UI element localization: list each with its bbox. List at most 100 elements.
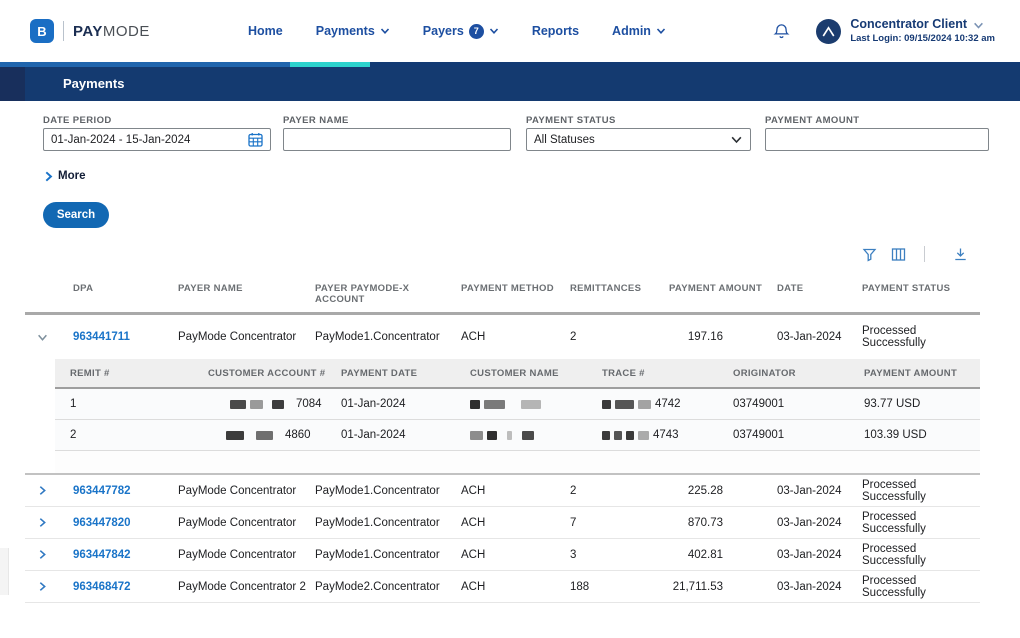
dpa-link[interactable]: 963447842	[73, 549, 131, 561]
account-cell: PayMode1.Concentrator	[315, 517, 461, 529]
status-cell: Processed Successfully	[862, 575, 980, 599]
dpa-link[interactable]: 963441711	[73, 331, 130, 343]
account-cell: PayMode1.Concentrator	[315, 549, 461, 561]
payment-status-value: All Statuses	[534, 134, 730, 146]
redacted-block	[638, 400, 651, 409]
nav-payments-label: Payments	[316, 24, 375, 38]
chevron-down-icon	[973, 20, 984, 31]
redacted-block	[484, 400, 505, 409]
date-cell: 03-Jan-2024	[777, 517, 862, 529]
chevron-right-icon	[37, 517, 48, 528]
row-expand-toggle[interactable]	[25, 485, 73, 496]
search-button[interactable]: Search	[43, 202, 109, 228]
calendar-icon[interactable]	[248, 132, 263, 147]
originator-cell: 03749001	[733, 429, 864, 441]
redacted-block	[602, 431, 610, 440]
row-expand-toggle[interactable]	[25, 581, 73, 592]
payer-name-cell: PayMode Concentrator	[178, 549, 315, 561]
nav-admin[interactable]: Admin	[612, 24, 666, 38]
brand-bold: PAY	[73, 23, 103, 40]
dpa-link[interactable]: 963447782	[73, 485, 131, 497]
payment-amount-field[interactable]	[765, 128, 989, 151]
nav-reports[interactable]: Reports	[532, 24, 579, 38]
left-edge-artifact	[0, 548, 9, 595]
customer-account-cell: 7084	[208, 398, 341, 410]
row-collapse-toggle[interactable]	[25, 332, 73, 343]
payments-table: DPA PAYER NAME PAYER PAYMODE-X ACCOUNT P…	[25, 283, 980, 603]
user-menu[interactable]: Concentrator Client Last Login: 09/15/20…	[850, 17, 995, 45]
date-cell: 03-Jan-2024	[777, 485, 862, 497]
redacted-block	[230, 400, 246, 409]
nav-payments[interactable]: Payments	[316, 24, 390, 38]
remittances-cell: 2	[570, 331, 669, 343]
dpa-link[interactable]: 963447820	[73, 517, 131, 529]
payment-date-cell: 01-Jan-2024	[341, 398, 470, 410]
download-icon[interactable]	[953, 247, 968, 262]
trace-cell: 4742	[602, 398, 733, 410]
payer-name-cell: PayMode Concentrator 2	[178, 581, 315, 593]
more-filters-toggle[interactable]: More	[43, 170, 85, 182]
col-payer: PAYER NAME	[178, 283, 315, 312]
page-title: Payments	[63, 67, 124, 101]
dcol-date: PAYMENT DATE	[341, 368, 470, 379]
payment-status-select[interactable]: All Statuses	[526, 128, 751, 151]
status-cell: Processed Successfully	[862, 325, 980, 349]
columns-icon[interactable]	[891, 247, 906, 262]
payment-date-cell: 01-Jan-2024	[341, 429, 470, 441]
paymode-logo[interactable]: B PAYMODE	[30, 0, 150, 62]
col-expander	[25, 283, 73, 312]
dpa-link[interactable]: 963468472	[73, 581, 131, 593]
col-status: PAYMENT STATUS	[862, 283, 980, 312]
remittances-cell: 3	[570, 549, 669, 561]
trace-last4: 4743	[653, 429, 679, 441]
nav-reports-label: Reports	[532, 24, 579, 38]
title-band: Payments	[0, 67, 1020, 101]
nav-payers[interactable]: Payers 7	[423, 24, 499, 39]
amount-cell: 225.28	[669, 485, 777, 497]
payer-name-input[interactable]	[291, 134, 503, 146]
payment-amount-input[interactable]	[773, 134, 981, 146]
date-period-input[interactable]	[51, 134, 248, 146]
method-cell: ACH	[461, 581, 570, 593]
dcol-trace: TRACE #	[602, 368, 733, 379]
chevron-right-icon	[37, 581, 48, 592]
chevron-right-icon	[43, 171, 54, 182]
detail-amount-cell: 93.77 USD	[864, 398, 980, 410]
payer-name-cell: PayMode Concentrator	[178, 331, 315, 343]
redacted-block	[256, 431, 273, 440]
detail-footer	[55, 451, 980, 473]
redacted-block	[602, 400, 611, 409]
remit-number: 2	[70, 429, 208, 441]
payers-count-badge: 7	[469, 24, 484, 39]
amount-cell: 197.16	[669, 331, 777, 343]
date-cell: 03-Jan-2024	[777, 331, 862, 343]
col-amount: PAYMENT AMOUNT	[669, 283, 777, 312]
redacted-block	[250, 400, 263, 409]
chevron-down-icon	[380, 26, 390, 36]
remittances-cell: 7	[570, 517, 669, 529]
filter-icon[interactable]	[862, 247, 877, 262]
redacted-block	[614, 431, 622, 440]
avatar[interactable]	[816, 19, 841, 44]
account-last4: 7084	[296, 398, 322, 410]
dcol-account: CUSTOMER ACCOUNT #	[208, 368, 341, 379]
chevron-right-icon	[37, 549, 48, 560]
last-login: Last Login: 09/15/2024 10:32 am	[850, 33, 995, 45]
bell-icon[interactable]	[773, 22, 790, 41]
customer-name-cell	[470, 400, 602, 409]
status-cell: Processed Successfully	[862, 543, 980, 567]
chevron-down-icon	[730, 133, 743, 146]
nav-admin-label: Admin	[612, 24, 651, 38]
amount-cell: 21,711.53	[669, 581, 777, 593]
payer-name-field[interactable]	[283, 128, 511, 151]
account-cell: PayMode1.Concentrator	[315, 485, 461, 497]
chevron-down-icon	[489, 26, 499, 36]
row-expand-toggle[interactable]	[25, 549, 73, 560]
method-cell: ACH	[461, 549, 570, 561]
amount-cell: 870.73	[669, 517, 777, 529]
redacted-block	[470, 431, 483, 440]
nav-home[interactable]: Home	[248, 24, 283, 38]
col-dpa: DPA	[73, 283, 178, 312]
row-expand-toggle[interactable]	[25, 517, 73, 528]
date-period-field[interactable]	[43, 128, 271, 151]
